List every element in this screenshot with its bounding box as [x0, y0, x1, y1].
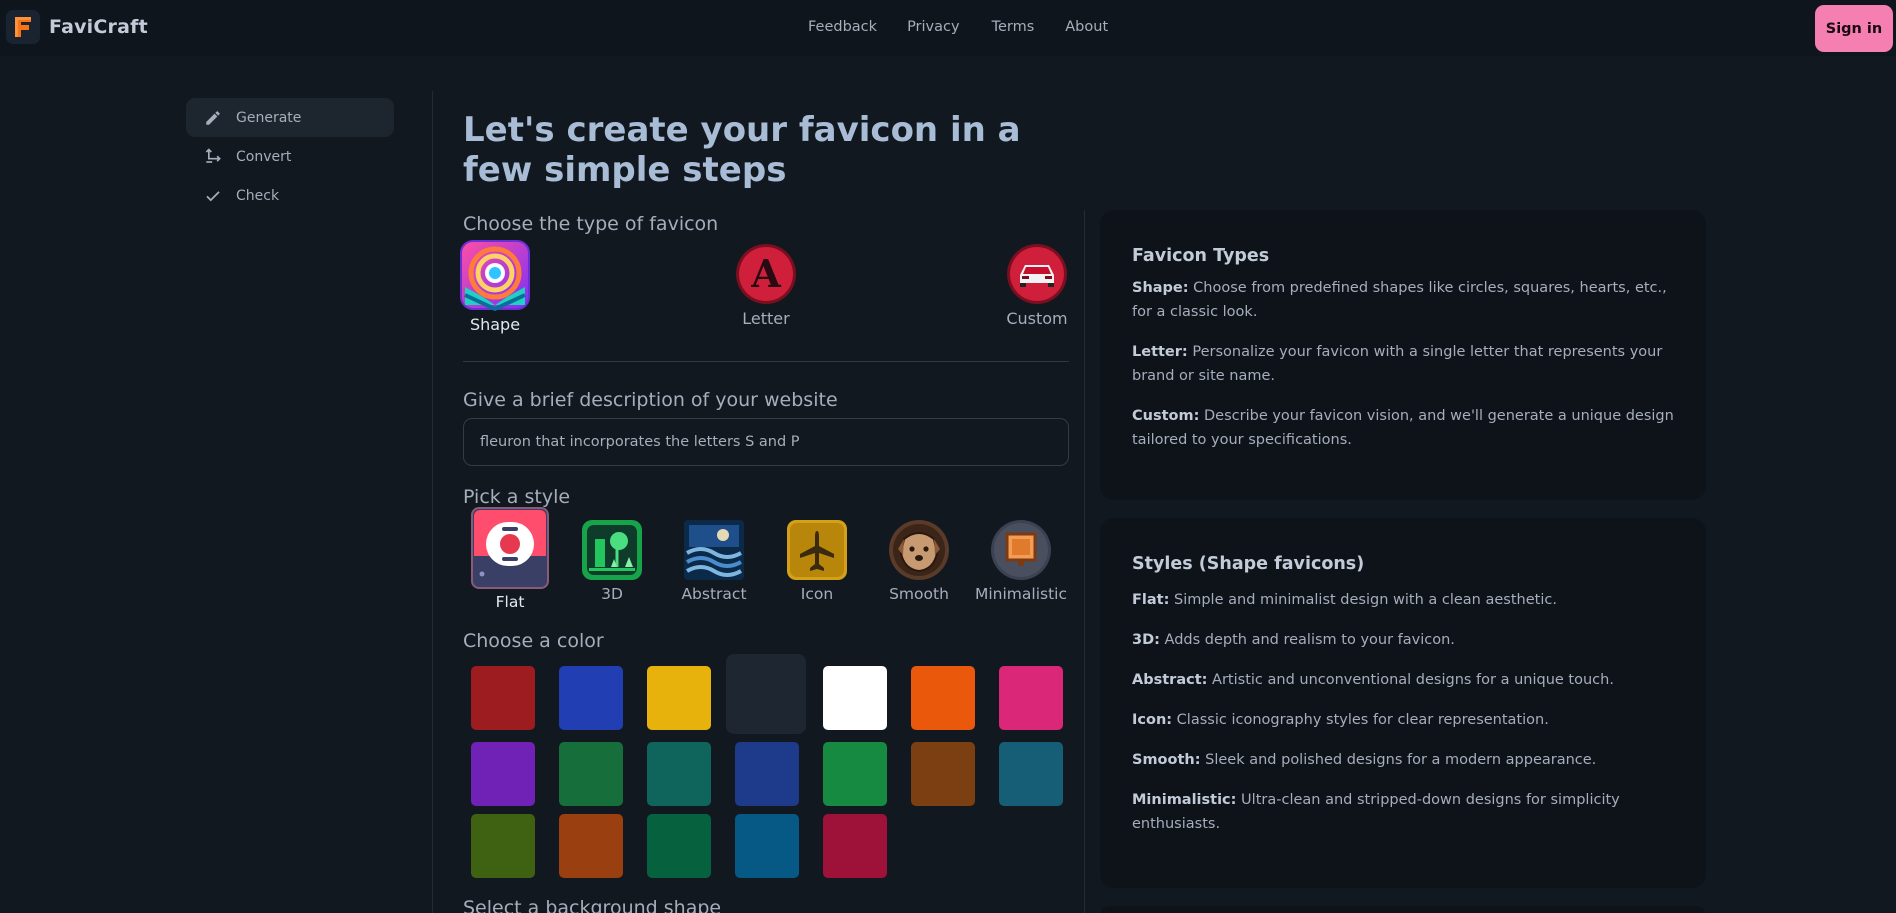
type-option-custom[interactable]: Custom — [1006, 243, 1068, 328]
style-option-3d[interactable]: 3D — [567, 519, 657, 603]
style-option-icon[interactable]: Icon — [772, 519, 862, 603]
color-swatch[interactable] — [471, 742, 535, 806]
3d-style-thumb — [582, 520, 642, 580]
styles-info-icon: Icon: Classic iconography styles for cle… — [1132, 712, 1549, 728]
color-swatch[interactable] — [823, 742, 887, 806]
nav-privacy-link[interactable]: Privacy — [907, 19, 960, 35]
letter-a-icon: A — [736, 244, 796, 304]
background-shape-label: Select a background shape — [463, 897, 722, 913]
types-info-custom: Custom: Describe your favicon vision, an… — [1132, 408, 1674, 448]
favicraft-logo[interactable] — [6, 10, 40, 44]
nav-about-link[interactable]: About — [1065, 19, 1108, 35]
style-option-smooth[interactable]: Smooth — [874, 519, 964, 603]
convert-arrows-icon — [203, 147, 223, 167]
style-option-minimalistic[interactable]: Minimalistic — [975, 519, 1068, 603]
abstract-style-thumb — [684, 520, 744, 580]
types-info-shape: Shape: Choose from predefined shapes lik… — [1132, 280, 1667, 320]
types-info-letter: Letter: Personalize your favicon with a … — [1132, 344, 1663, 384]
frame-monitor-icon — [991, 520, 1051, 580]
color-swatch[interactable] — [471, 666, 535, 730]
color-swatch[interactable] — [647, 814, 711, 878]
sidebar: Generate Convert Check — [186, 98, 394, 215]
dog-face-icon — [889, 520, 949, 580]
page-title: Let's create your favicon in a few simpl… — [463, 110, 1021, 190]
color-label: Choose a color — [463, 630, 604, 652]
sidebar-divider — [432, 91, 433, 913]
brand-name[interactable]: FaviCraft — [49, 16, 148, 38]
favicon-type-label: Choose the type of favicon — [463, 213, 719, 235]
svg-text:A: A — [750, 251, 781, 296]
style-label-text: Minimalistic — [975, 585, 1068, 603]
styles-info-smooth: Smooth: Sleek and polished designs for a… — [1132, 752, 1597, 768]
color-swatch[interactable] — [559, 814, 623, 878]
styles-info-3d: 3D: Adds depth and realism to your favic… — [1132, 632, 1455, 648]
styles-info-minimalistic: Minimalistic: Ultra-clean and stripped-d… — [1132, 792, 1620, 832]
color-swatch[interactable] — [823, 814, 887, 878]
color-swatch[interactable] — [911, 666, 975, 730]
top-navbar: FaviCraft Feedback Privacy Terms About S… — [0, 0, 1896, 56]
styles-info-title: Styles (Shape favicons) — [1132, 554, 1365, 574]
style-option-flat[interactable]: Flat — [465, 507, 555, 611]
color-swatch[interactable] — [559, 742, 623, 806]
sidebar-item-check[interactable]: Check — [186, 176, 394, 215]
color-swatch[interactable] — [735, 666, 799, 730]
color-swatch[interactable] — [647, 666, 711, 730]
style-label: Pick a style — [463, 486, 571, 508]
styles-info-flat: Flat: Simple and minimalist design with … — [1132, 592, 1557, 608]
nav-terms-link[interactable]: Terms — [992, 19, 1035, 35]
sidebar-item-label: Convert — [236, 148, 292, 165]
color-swatch[interactable] — [647, 742, 711, 806]
section-divider — [463, 361, 1069, 362]
shape-type-icon — [460, 240, 530, 311]
type-option-letter[interactable]: A Letter — [735, 243, 797, 328]
color-swatch[interactable] — [999, 666, 1063, 730]
type-option-shape[interactable]: Shape — [459, 239, 531, 334]
website-description-input[interactable]: fleuron that incorporates the letters S … — [463, 418, 1069, 466]
sidebar-item-label: Generate — [236, 109, 302, 126]
top-nav-links: Feedback Privacy Terms About — [808, 19, 1108, 35]
sign-in-button[interactable]: Sign in — [1815, 5, 1893, 52]
style-label-text: Smooth — [889, 585, 949, 603]
color-swatch[interactable] — [735, 742, 799, 806]
type-label: Letter — [742, 309, 790, 328]
style-option-abstract[interactable]: Abstract — [669, 519, 759, 603]
check-icon — [203, 186, 223, 206]
favicon-types-title: Favicon Types — [1132, 246, 1270, 266]
sidebar-item-convert[interactable]: Convert — [186, 137, 394, 176]
panel-divider — [1084, 210, 1085, 913]
style-label-text: Icon — [800, 585, 834, 603]
flat-style-thumb — [471, 507, 549, 589]
type-label: Shape — [469, 315, 521, 334]
favicon-types-card: Favicon Types Shape: Choose from predefi… — [1100, 210, 1706, 500]
styles-info-card: Styles (Shape favicons) Flat: Simple and… — [1100, 518, 1706, 888]
type-label: Custom — [1006, 309, 1068, 328]
pencil-icon — [203, 108, 223, 128]
color-swatch[interactable] — [911, 742, 975, 806]
color-swatch[interactable] — [735, 814, 799, 878]
styles-info-abstract: Abstract: Artistic and unconventional de… — [1132, 672, 1614, 688]
next-info-card — [1100, 906, 1706, 913]
style-label-text: 3D — [601, 585, 623, 603]
description-label: Give a brief description of your website — [463, 389, 838, 411]
sidebar-item-label: Check — [236, 187, 280, 204]
nav-feedback-link[interactable]: Feedback — [808, 19, 877, 35]
color-swatch[interactable] — [471, 814, 535, 878]
style-label-text: Abstract — [681, 585, 747, 603]
car-icon — [1007, 244, 1067, 304]
color-swatch[interactable] — [559, 666, 623, 730]
color-swatch[interactable] — [999, 742, 1063, 806]
sidebar-item-generate[interactable]: Generate — [186, 98, 394, 137]
color-swatch[interactable] — [823, 666, 887, 730]
airplane-icon — [787, 520, 847, 580]
style-label-text: Flat — [495, 593, 525, 611]
